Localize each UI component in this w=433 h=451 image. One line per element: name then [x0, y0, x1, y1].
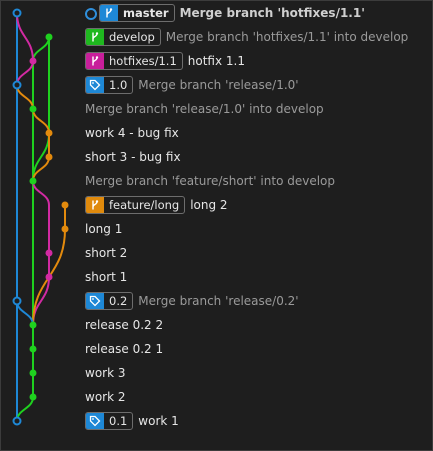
ref-label: develop	[109, 30, 155, 44]
commit-row[interactable]: master Merge branch 'hotfixes/1.1'	[99, 1, 365, 25]
branch-line-develop	[32, 36, 50, 62]
ref-label: 0.1	[109, 414, 128, 428]
commit-node[interactable]	[29, 369, 37, 377]
commit-node[interactable]	[29, 393, 37, 401]
git-graph-panel: master Merge branch 'hotfixes/1.1' develop…	[0, 0, 433, 451]
commit-message: work 3	[85, 366, 126, 380]
ref-label: 0.2	[109, 294, 128, 308]
commit-message: Merge branch 'hotfixes/1.1'	[179, 6, 365, 20]
commit-message: work 2	[85, 390, 126, 404]
commit-message: Merge branch 'release/1.0' into develop	[85, 102, 324, 116]
commit-row[interactable]: short 3 - bug fix	[85, 145, 181, 169]
branch-line-release	[32, 108, 50, 134]
commit-row[interactable]: 1.0 Merge branch 'release/1.0'	[85, 73, 299, 97]
branch-line-hotfix	[16, 12, 34, 62]
commit-message: short 3 - bug fix	[85, 150, 181, 164]
commit-node[interactable]	[29, 177, 37, 185]
commit-message: long 2	[190, 198, 228, 212]
commit-node[interactable]	[29, 345, 37, 353]
tag-icon	[86, 77, 104, 93]
commit-node[interactable]	[12, 8, 22, 18]
commit-message: long 1	[85, 222, 123, 236]
branch-badge[interactable]: feature/long	[85, 196, 186, 214]
branch-badge[interactable]: hotfixes/1.1	[85, 52, 183, 70]
tag-badge[interactable]: 0.1	[85, 412, 134, 430]
commit-message: work 4 - bug fix	[85, 126, 179, 140]
commit-node[interactable]	[29, 105, 37, 113]
commit-row[interactable]: short 1	[85, 265, 127, 289]
commit-message: hotfix 1.1	[187, 54, 245, 68]
ref-label: hotfixes/1.1	[109, 54, 177, 68]
commit-row[interactable]: hotfixes/1.1 hotfix 1.1	[85, 49, 245, 73]
commit-row[interactable]: Merge branch 'feature/short' into develo…	[85, 169, 335, 193]
commit-node[interactable]	[12, 296, 22, 306]
tag-icon	[86, 293, 104, 309]
commit-message: release 0.2 2	[85, 318, 164, 332]
commit-node[interactable]	[45, 249, 53, 257]
commit-node[interactable]	[29, 57, 37, 65]
commit-message: release 0.2 1	[85, 342, 164, 356]
commit-row[interactable]: long 1	[85, 217, 122, 241]
commit-message: Merge branch 'release/1.0'	[138, 78, 299, 92]
commit-node[interactable]	[45, 273, 53, 281]
commit-row[interactable]: 0.2 Merge branch 'release/0.2'	[85, 289, 299, 313]
commit-message: short 2	[85, 246, 128, 260]
commit-message: Merge branch 'hotfixes/1.1' into develop	[165, 30, 409, 44]
ref-label: feature/long	[109, 198, 180, 212]
commit-node[interactable]	[45, 129, 53, 137]
commit-node[interactable]	[12, 80, 22, 90]
ref-label: master	[123, 6, 169, 20]
commit-node[interactable]	[61, 201, 69, 209]
commit-row[interactable]: feature/long long 2	[85, 193, 228, 217]
head-indicator-icon	[85, 8, 97, 20]
ref-label: 1.0	[109, 78, 128, 92]
branch-icon	[100, 5, 118, 21]
branch-icon	[86, 197, 104, 213]
branch-icon	[86, 53, 104, 69]
branch-badge[interactable]: develop	[85, 28, 161, 46]
commit-row[interactable]: work 4 - bug fix	[85, 121, 179, 145]
commit-row[interactable]: short 2	[85, 241, 127, 265]
tag-badge[interactable]: 0.2	[85, 292, 134, 310]
commit-message: short 1	[85, 270, 128, 284]
commit-row[interactable]: develop Merge branch 'hotfixes/1.1' into …	[85, 25, 408, 49]
commit-graph	[12, 8, 69, 426]
tag-icon	[86, 413, 104, 429]
commit-node[interactable]	[61, 225, 69, 233]
commit-message: work 1	[138, 414, 179, 428]
commit-row[interactable]: 0.1 work 1	[85, 409, 179, 433]
commit-node[interactable]	[45, 153, 53, 161]
tag-badge[interactable]: 1.0	[85, 76, 134, 94]
commit-message: Merge branch 'feature/short' into develo…	[85, 174, 335, 188]
commit-row[interactable]: Merge branch 'release/1.0' into develop	[85, 97, 324, 121]
branch-badge[interactable]: master	[99, 4, 175, 22]
branch-icon	[86, 29, 104, 45]
commit-message: Merge branch 'release/0.2'	[138, 294, 299, 308]
commit-row[interactable]: release 0.2 2	[85, 313, 163, 337]
commit-node[interactable]	[29, 321, 37, 329]
commit-node[interactable]	[45, 33, 53, 41]
branch-line-feature-short	[32, 180, 50, 206]
commit-row[interactable]: work 2	[85, 385, 126, 409]
commit-node[interactable]	[12, 416, 22, 426]
commit-row[interactable]: work 3	[85, 361, 126, 385]
commit-row[interactable]: release 0.2 1	[85, 337, 163, 361]
